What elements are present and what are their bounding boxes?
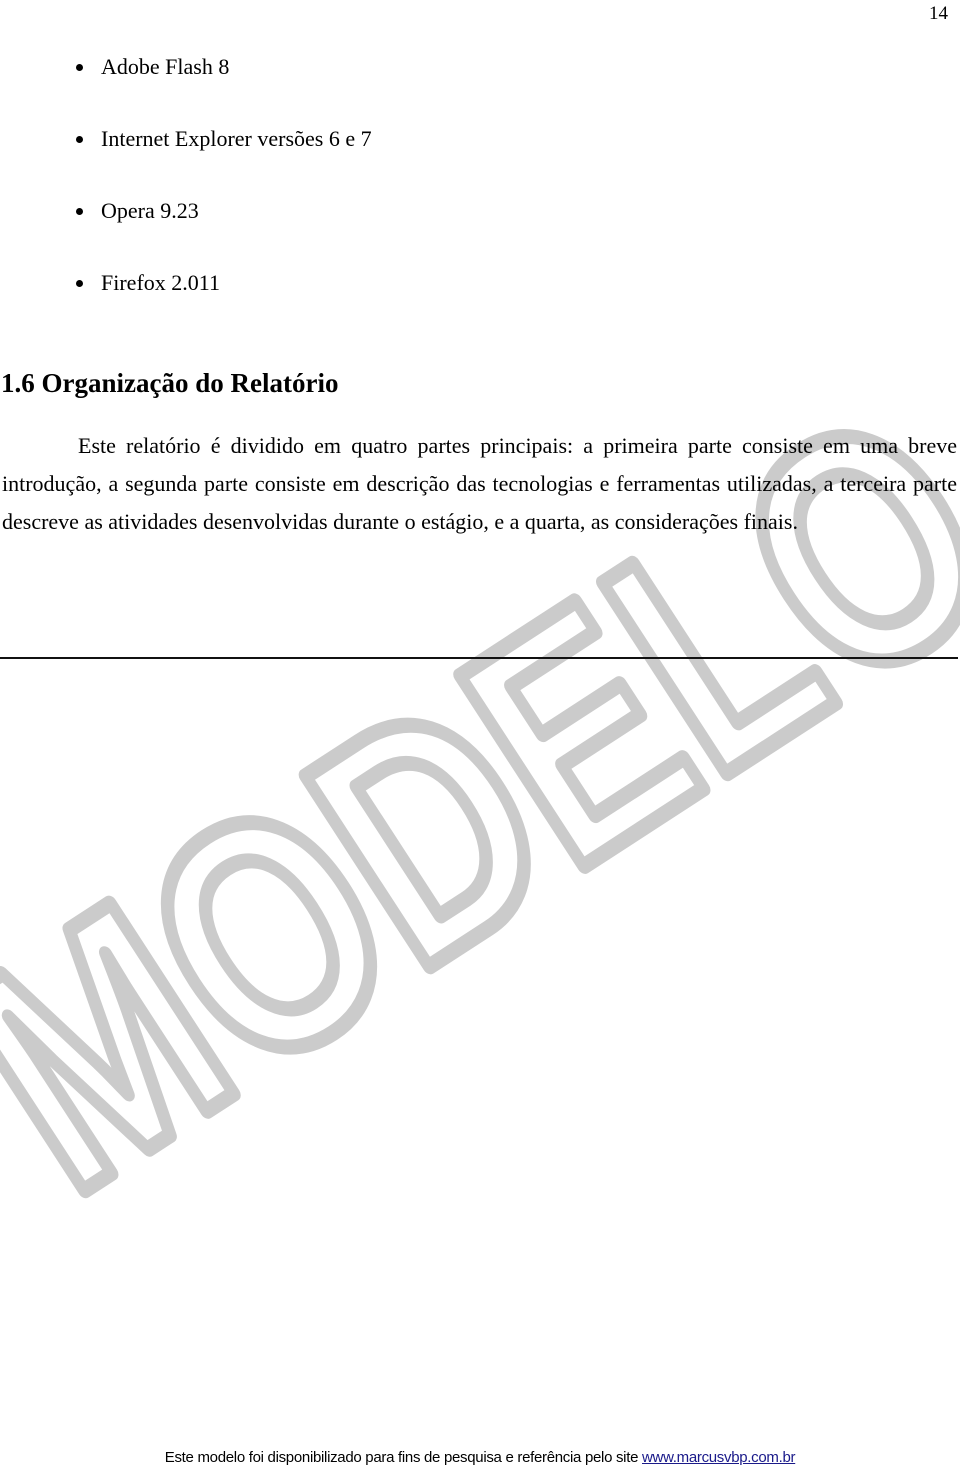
list-item: Adobe Flash 8: [0, 48, 372, 120]
section-paragraph: Este relatório é dividido em quatro part…: [2, 433, 957, 534]
horizontal-divider: [0, 657, 958, 659]
list-item: Internet Explorer versões 6 e 7: [0, 120, 372, 192]
bullet-icon: [76, 280, 83, 287]
bullet-icon: [76, 64, 83, 71]
footer-text: Este modelo foi disponibilizado para fin…: [164, 1449, 642, 1466]
section-heading: 1.6 Organização do Relatório: [1, 368, 339, 398]
list-item-text: Internet Explorer versões 6 e 7: [101, 126, 372, 151]
list-item: Firefox 2.011: [0, 264, 372, 336]
page-footer: Este modelo foi disponibilizado para fin…: [0, 1449, 960, 1467]
footer-link[interactable]: www.marcusvbp.com.br: [642, 1449, 796, 1466]
list-item-text: Firefox 2.011: [101, 270, 220, 295]
bullet-icon: [76, 136, 83, 143]
bullet-icon: [76, 208, 83, 215]
list-item-text: Adobe Flash 8: [101, 54, 230, 79]
page-number: 14: [929, 3, 948, 24]
list-item: Opera 9.23: [0, 192, 372, 264]
list-item-text: Opera 9.23: [101, 198, 199, 223]
software-list: Adobe Flash 8 Internet Explorer versões …: [0, 48, 372, 336]
